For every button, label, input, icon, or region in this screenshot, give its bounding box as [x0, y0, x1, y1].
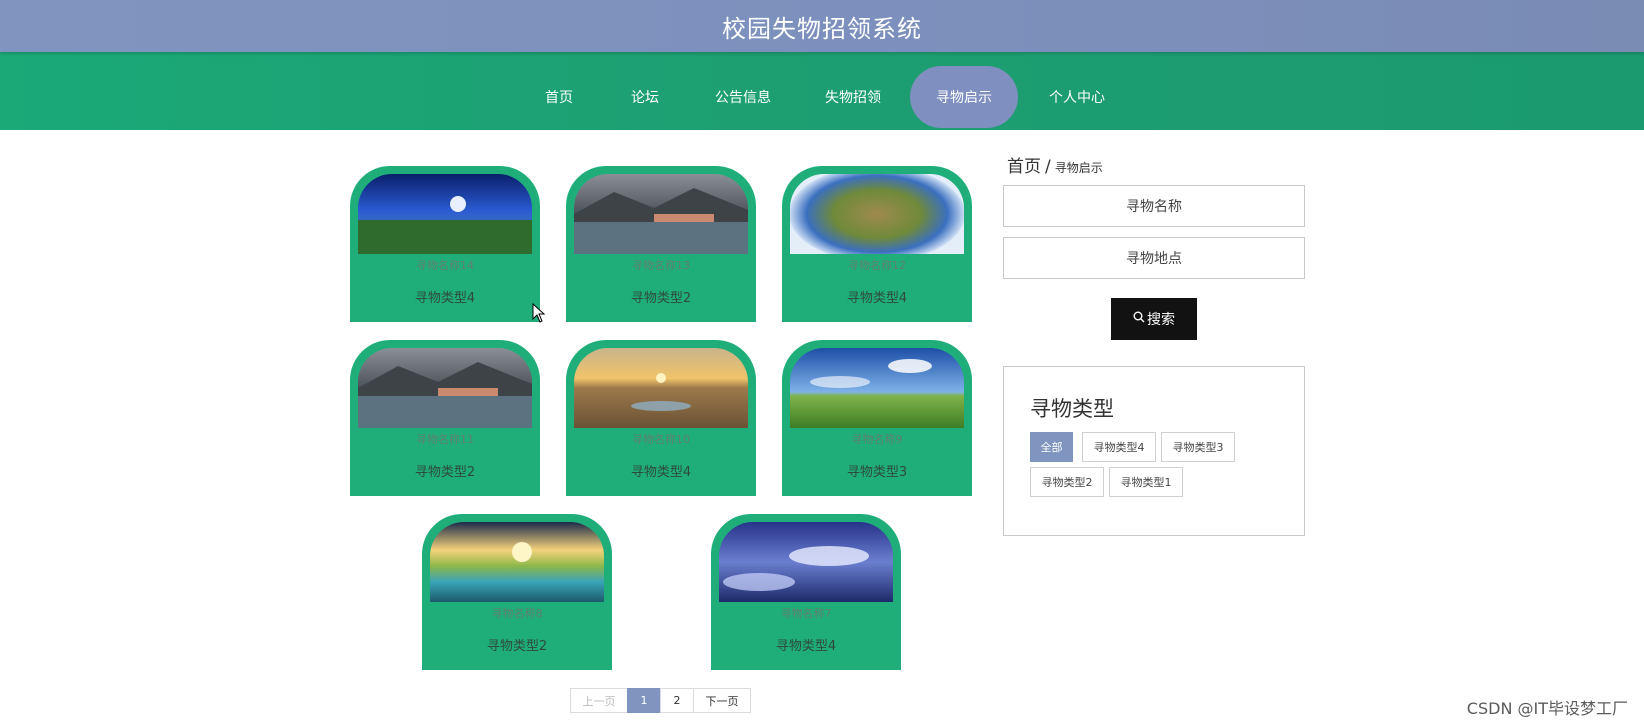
- item-image[interactable]: [358, 174, 532, 254]
- search-name-input[interactable]: 寻物名称: [1003, 185, 1305, 227]
- nav-item-announcements[interactable]: 公告信息: [700, 66, 786, 128]
- category-tag[interactable]: 寻物类型3: [1161, 432, 1235, 462]
- item-type: 寻物类型4: [630, 465, 692, 480]
- search-icon: [1133, 311, 1145, 327]
- page-button-2[interactable]: 2: [660, 688, 694, 713]
- item-name: 寻物名称14: [416, 259, 474, 272]
- item-image[interactable]: [790, 174, 964, 254]
- breadcrumb-home[interactable]: 首页: [1007, 157, 1041, 177]
- item-card[interactable]: 寻物名称12 寻物类型4: [782, 166, 972, 322]
- breadcrumb-separator: /: [1045, 157, 1051, 177]
- item-type: 寻物类型2: [414, 465, 476, 480]
- item-image[interactable]: [790, 348, 964, 428]
- item-name: 寻物名称13: [632, 259, 690, 272]
- item-name: 寻物名称10: [632, 433, 690, 446]
- nav-item-home[interactable]: 首页: [530, 66, 588, 128]
- item-image[interactable]: [574, 348, 748, 428]
- item-type: 寻物类型4: [846, 291, 908, 306]
- search-location-input[interactable]: 寻物地点: [1003, 237, 1305, 279]
- item-name: 寻物名称11: [416, 433, 474, 446]
- item-card[interactable]: 寻物名称7 寻物类型4: [711, 514, 901, 670]
- item-card[interactable]: 寻物名称8 寻物类型2: [422, 514, 612, 670]
- search-button[interactable]: 搜索: [1111, 298, 1197, 340]
- item-type: 寻物类型3: [846, 465, 908, 480]
- item-card[interactable]: 寻物名称9 寻物类型3: [782, 340, 972, 496]
- header-bar: 校园失物招领系统: [0, 0, 1644, 52]
- item-image[interactable]: [430, 522, 604, 602]
- nav-item-lost-found[interactable]: 失物招领: [810, 66, 896, 128]
- item-type: 寻物类型4: [414, 291, 476, 306]
- category-tag[interactable]: 寻物类型2: [1030, 467, 1104, 497]
- watermark: CSDN @IT毕设梦工厂: [1466, 699, 1628, 718]
- category-title: 寻物类型: [1030, 397, 1114, 421]
- prev-page-button[interactable]: 上一页: [570, 688, 628, 713]
- item-type: 寻物类型2: [630, 291, 692, 306]
- item-image[interactable]: [719, 522, 893, 602]
- item-type: 寻物类型4: [775, 639, 837, 654]
- category-tag-all[interactable]: 全部: [1030, 432, 1073, 462]
- breadcrumb: 首页 / 寻物启示: [1007, 152, 1103, 177]
- pagination: 上一页 1 2 下一页: [570, 688, 751, 713]
- search-button-label: 搜索: [1147, 312, 1175, 328]
- item-card[interactable]: 寻物名称10 寻物类型4: [566, 340, 756, 496]
- category-panel: 寻物类型 全部 寻物类型4 寻物类型3 寻物类型2 寻物类型1: [1003, 366, 1305, 536]
- nav-item-personal-center[interactable]: 个人中心: [1034, 66, 1120, 128]
- site-title: 校园失物招领系统: [722, 14, 922, 43]
- breadcrumb-current: 寻物启示: [1054, 161, 1103, 175]
- category-tag[interactable]: 寻物类型4: [1082, 432, 1156, 462]
- item-image[interactable]: [574, 174, 748, 254]
- item-card[interactable]: 寻物名称14 寻物类型4: [350, 166, 540, 322]
- item-type: 寻物类型2: [486, 639, 548, 654]
- item-name: 寻物名称7: [780, 607, 832, 620]
- nav-item-seeking-items[interactable]: 寻物启示: [910, 66, 1018, 128]
- mouse-cursor-icon: [532, 302, 546, 327]
- item-name: 寻物名称12: [848, 259, 906, 272]
- item-image[interactable]: [358, 348, 532, 428]
- nav-item-forum[interactable]: 论坛: [616, 66, 674, 128]
- next-page-button[interactable]: 下一页: [693, 688, 751, 713]
- page-button-1[interactable]: 1: [627, 688, 661, 713]
- main-nav: 首页 论坛 公告信息 失物招领 寻物启示 个人中心: [0, 52, 1644, 130]
- item-card[interactable]: 寻物名称11 寻物类型2: [350, 340, 540, 496]
- item-name: 寻物名称9: [851, 433, 903, 446]
- item-card[interactable]: 寻物名称13 寻物类型2: [566, 166, 756, 322]
- item-name: 寻物名称8: [491, 607, 543, 620]
- category-tag[interactable]: 寻物类型1: [1109, 467, 1183, 497]
